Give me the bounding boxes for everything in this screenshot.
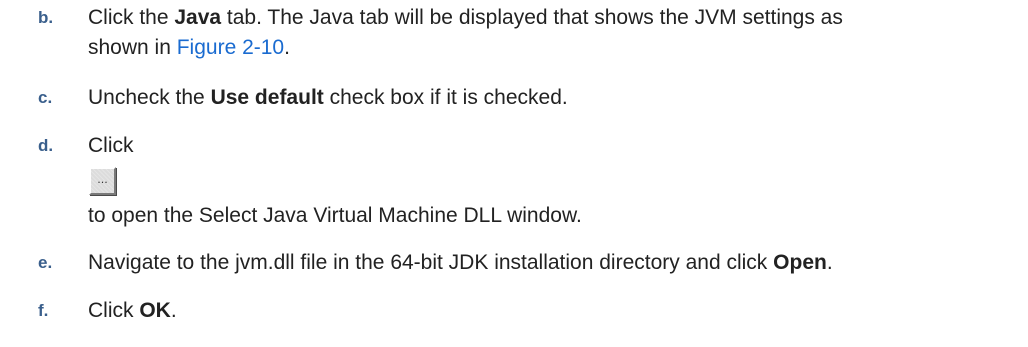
instruction-steps: b. Click the Java tab. The Java tab will… [0,0,1028,347]
step-text-part: Navigate to the jvm.dll file in the 64-b… [88,251,774,274]
step-text-part: check box if it is checked. [323,86,568,109]
step-text-part: tab. The Java tab will be displayed that… [221,6,843,29]
ellipsis-icon: ... [97,173,108,186]
step-text-part: Click the [88,6,175,29]
ui-term-java-tab: Java [174,6,222,29]
step-marker: f. [38,301,49,320]
step-text: Click the Java tab. The Java tab will be… [88,3,1022,63]
step-text-part: . [284,36,290,59]
step-text-part: . [170,299,177,322]
step-marker: d. [38,136,54,155]
step-marker: b. [38,8,54,27]
step-text: Uncheck the Use default check box if it … [88,83,1022,113]
step-text-part: . [826,251,833,274]
step-d: d. Click ... to open the Select Java Vir… [0,131,1028,231]
step-b: b. Click the Java tab. The Java tab will… [0,3,1028,65]
step-text: to open the Select Java Virtual Machine … [88,201,1022,231]
step-text: Click [88,131,1022,161]
step-text-part: Click [88,299,140,322]
step-text-part: to open the Select Java Virtual Machine … [88,204,582,227]
step-text: Navigate to the jvm.dll file in the 64-b… [88,248,1022,278]
figure-2-10-link[interactable]: Figure 2-10 [177,36,284,59]
step-text-part: Click [88,134,134,157]
step-text: Click OK. [88,296,1022,326]
browse-ellipsis-button: ... [89,167,116,195]
step-c: c. Uncheck the Use default check box if … [0,83,1028,113]
ui-term-open: Open [773,251,827,274]
step-f: f. Click OK. [0,296,1028,326]
step-marker: c. [38,88,53,107]
step-e: e. Navigate to the jvm.dll file in the 6… [0,248,1028,278]
step-marker: e. [38,253,53,272]
step-text-part: Uncheck the [88,86,211,109]
step-text-part: shown in [88,36,177,59]
ui-term-use-default: Use default [210,86,324,109]
ui-term-ok: OK [139,299,171,322]
